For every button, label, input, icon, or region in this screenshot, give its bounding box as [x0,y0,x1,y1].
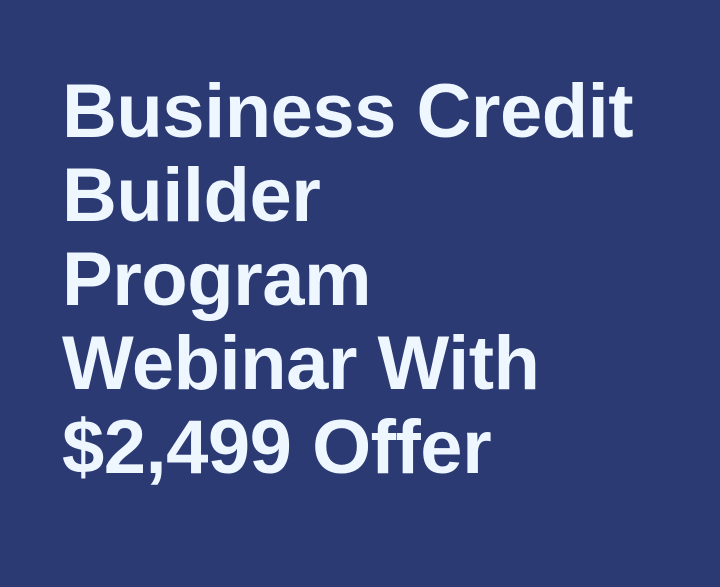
headline-line-1: Business Credit [62,69,634,154]
headline-line-5: $2,499 Offer [62,405,492,490]
title-card: Business Credit Builder Program Webinar … [0,0,720,587]
headline-line-2: Builder [62,153,321,238]
headline-line-4: Webinar With [62,321,540,406]
headline-line-3: Program [62,237,372,322]
headline: Business Credit Builder Program Webinar … [62,70,702,490]
